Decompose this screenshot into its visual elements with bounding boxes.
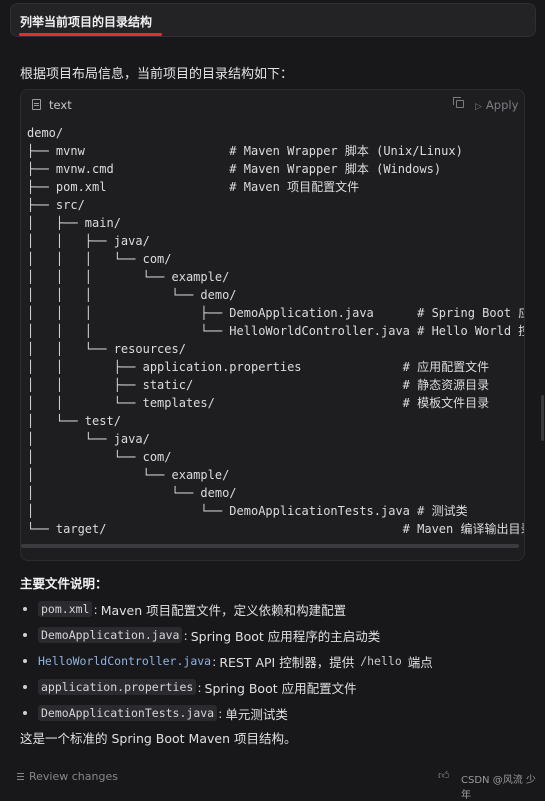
review-changes-label: Review changes <box>29 770 118 783</box>
prompt-tab-label: 列举当前项目的目录结构 <box>20 15 153 29</box>
list-item: DemoApplicationTests.java : 单元测试类 <box>20 700 433 726</box>
horizontal-scrollbar[interactable] <box>21 544 519 548</box>
separator: : <box>93 601 98 617</box>
list-item: DemoApplication.java : Spring Boot 应用程序的… <box>20 622 433 648</box>
separator: : <box>212 653 217 669</box>
code-language-label: text <box>49 98 72 112</box>
file-link[interactable]: HelloWorldController.java <box>38 654 211 668</box>
list-item: application.properties : Spring Boot 应用配… <box>20 674 433 700</box>
summary-text: 这是一个标准的 Spring Boot Maven 项目结构。 <box>20 731 297 746</box>
vertical-scrollbar[interactable] <box>541 395 544 441</box>
endpoint-code: /hello <box>360 654 402 668</box>
bullet-icon <box>23 685 27 689</box>
code-content: demo/ ├── mvnw # Maven Wrapper 脚本 (Unix/… <box>27 126 524 536</box>
bullet-icon <box>23 633 27 637</box>
copy-icon[interactable] <box>453 97 464 108</box>
separator: : <box>197 679 202 695</box>
bullet-icon <box>23 607 27 611</box>
prompt-tab[interactable]: 列举当前项目的目录结构 <box>10 3 536 37</box>
list-icon <box>17 773 24 780</box>
file-name: DemoApplication.java <box>38 627 183 643</box>
separator: : <box>183 627 188 643</box>
intro-text: 根据项目布局信息，当前项目的目录结构如下： <box>20 67 294 82</box>
files-section-title: 主要文件说明： <box>20 576 108 591</box>
file-name: pom.xml <box>38 601 93 617</box>
watermark: CSDN @风流 少年 <box>461 775 536 801</box>
list-item: HelloWorldController.java : REST API 控制器… <box>20 648 433 674</box>
code-block: text ▷ Apply demo/ ├── mvnw # Maven Wrapp… <box>20 89 525 561</box>
review-changes-button[interactable]: Review changes <box>17 770 118 783</box>
file-desc-after: 端点 <box>407 654 433 670</box>
file-desc: Maven 项目配置文件，定义依赖和构建配置 <box>100 602 347 618</box>
file-name: DemoApplicationTests.java <box>38 705 218 721</box>
apply-button[interactable]: ▷ Apply <box>475 98 518 112</box>
file-name: application.properties <box>38 679 197 695</box>
apply-label: Apply <box>485 98 519 112</box>
file-desc: REST API 控制器，提供 <box>219 654 355 670</box>
bullet-icon <box>23 711 27 715</box>
file-desc: Spring Boot 应用程序的主启动类 <box>190 628 381 644</box>
separator: : <box>218 705 223 721</box>
code-block-header: text ▷ Apply <box>21 90 524 120</box>
play-icon: ▷ <box>475 102 482 112</box>
file-desc: 单元测试类 <box>225 706 288 722</box>
active-tab-underline <box>19 33 162 36</box>
file-desc: Spring Boot 应用配置文件 <box>204 680 357 696</box>
file-icon <box>32 99 41 110</box>
thumbs-up-icon[interactable]: 👍︎ <box>438 769 450 782</box>
file-list: pom.xml : Maven 项目配置文件，定义依赖和构建配置 DemoApp… <box>20 596 433 726</box>
list-item: pom.xml : Maven 项目配置文件，定义依赖和构建配置 <box>20 596 433 622</box>
bullet-icon <box>23 659 27 663</box>
